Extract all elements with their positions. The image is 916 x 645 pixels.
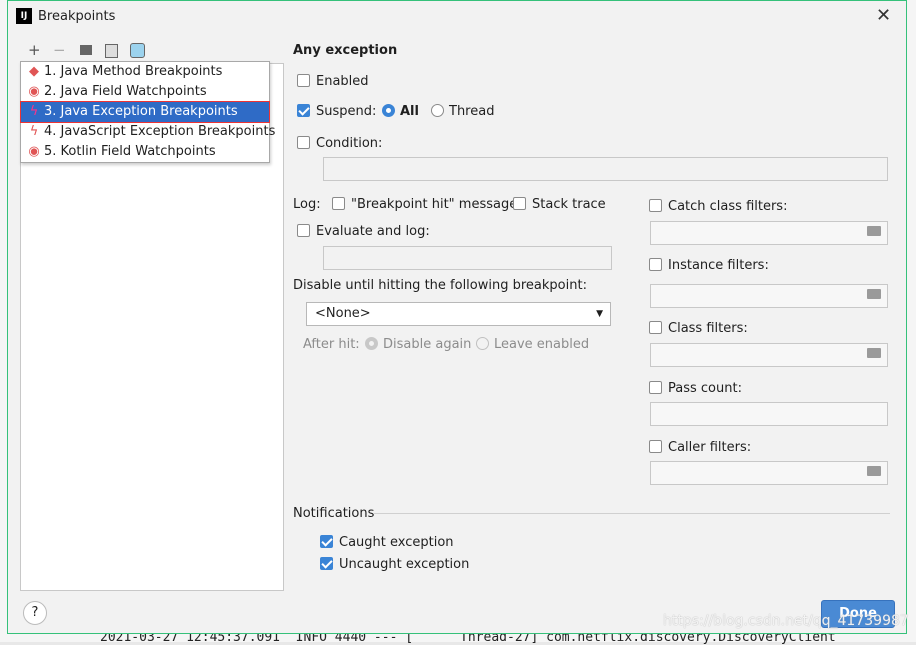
stack-trace-checkbox[interactable]: Stack trace	[513, 197, 606, 212]
dialog-title: Breakpoints	[38, 9, 116, 24]
popup-item[interactable]: ◉ 5. Kotlin Field Watchpoints	[21, 142, 269, 162]
condition-input[interactable]	[323, 157, 888, 181]
disable-again-radio[interactable]: Disable again	[365, 337, 471, 352]
lightning-icon: ϟ	[29, 104, 39, 119]
suspend-all-radio[interactable]: All	[382, 104, 419, 119]
section-heading: Any exception	[293, 43, 398, 58]
eye-icon: ◉	[28, 84, 40, 99]
suspend-thread-radio[interactable]: Thread	[431, 104, 494, 119]
intellij-logo-icon: IJ	[16, 8, 32, 24]
disable-until-label: Disable until hitting the following brea…	[293, 278, 587, 293]
evaluate-checkbox[interactable]: Evaluate and log:	[297, 224, 430, 239]
remove-button[interactable]: −	[53, 41, 66, 59]
caller-filters-input[interactable]	[650, 461, 888, 485]
eye-icon: ◉	[28, 144, 40, 159]
caught-exception-checkbox[interactable]: Caught exception	[320, 535, 454, 550]
group-package-icon[interactable]	[105, 44, 118, 58]
caller-filters-checkbox[interactable]: Caller filters:	[649, 440, 751, 455]
watermark: https://blog.csdn.net/qq_41739987	[663, 613, 909, 629]
breakpoint-select[interactable]: <None> ▼	[306, 302, 611, 326]
leave-enabled-radio[interactable]: Leave enabled	[476, 337, 589, 352]
breakpoints-dialog: IJ Breakpoints ✕ + − ◆ 1. Java Method Bre…	[7, 0, 909, 634]
popup-item[interactable]: ◉ 2. Java Field Watchpoints	[21, 82, 269, 102]
pass-count-input[interactable]	[650, 402, 888, 426]
breakpoint-hit-checkbox[interactable]: "Breakpoint hit" message	[332, 197, 517, 212]
group-class-icon[interactable]	[130, 43, 145, 58]
catch-filters-input[interactable]	[650, 221, 888, 245]
instance-filters-checkbox[interactable]: Instance filters:	[649, 258, 769, 273]
evaluate-input[interactable]	[323, 246, 612, 270]
add-breakpoint-popup: ◆ 1. Java Method Breakpoints ◉ 2. Java Fie…	[20, 61, 276, 163]
popup-item[interactable]: ϟ 4. JavaScript Exception Breakpoints	[21, 122, 276, 142]
notifications-label: Notifications	[293, 506, 375, 521]
enabled-checkbox[interactable]: Enabled	[297, 74, 369, 89]
log-label: Log:	[293, 197, 321, 212]
popup-item-selected[interactable]: ϟ 3. Java Exception Breakpoints	[20, 101, 270, 123]
diamond-icon: ◆	[29, 64, 39, 79]
help-button[interactable]: ?	[23, 601, 47, 625]
catch-filters-checkbox[interactable]: Catch class filters:	[649, 199, 787, 214]
add-button[interactable]: +	[28, 41, 41, 59]
after-hit-label: After hit:	[303, 337, 360, 352]
uncaught-exception-checkbox[interactable]: Uncaught exception	[320, 557, 469, 572]
condition-checkbox[interactable]: Condition:	[297, 136, 382, 151]
pass-count-checkbox[interactable]: Pass count:	[649, 381, 742, 396]
chevron-down-icon: ▼	[596, 309, 603, 319]
folder-icon	[867, 348, 881, 358]
close-icon[interactable]: ✕	[876, 5, 891, 26]
group-folder-icon[interactable]	[80, 45, 92, 55]
class-filters-input[interactable]	[650, 343, 888, 367]
instance-filters-input[interactable]	[650, 284, 888, 308]
suspend-checkbox[interactable]: Suspend:	[297, 104, 376, 119]
folder-icon	[867, 466, 881, 476]
folder-icon	[867, 289, 881, 299]
class-filters-checkbox[interactable]: Class filters:	[649, 321, 748, 336]
folder-icon	[867, 226, 881, 236]
lightning-icon: ϟ	[29, 124, 39, 139]
divider	[373, 513, 890, 514]
popup-item[interactable]: ◆ 1. Java Method Breakpoints	[21, 62, 269, 82]
